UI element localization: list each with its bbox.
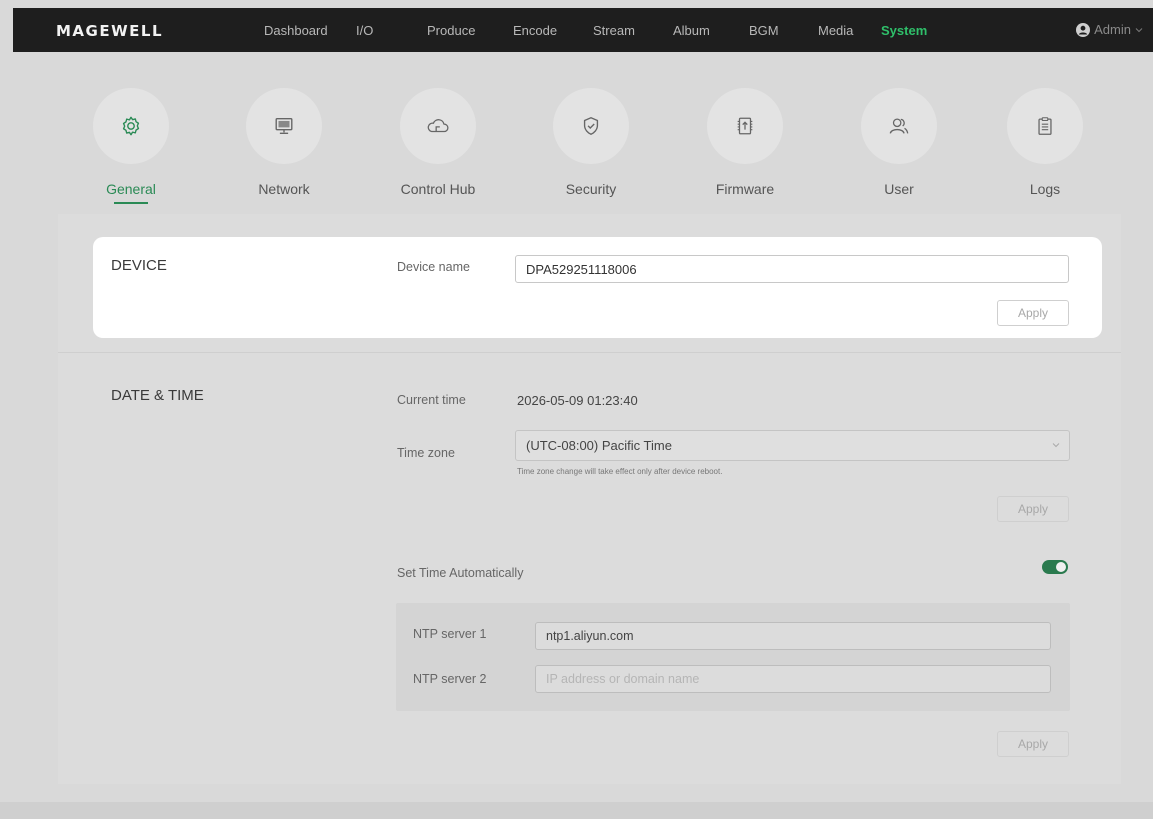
shield-check-icon — [583, 117, 599, 135]
nav-item-bgm[interactable]: BGM — [749, 23, 779, 38]
tab-user[interactable]: User — [844, 88, 954, 197]
tab-firmware[interactable]: Firmware — [690, 88, 800, 197]
timezone-select[interactable]: (UTC-08:00) Pacific Time — [515, 430, 1070, 461]
device-section-card: DEVICE Device name Apply — [93, 237, 1102, 338]
ntp2-label: NTP server 2 — [413, 672, 487, 686]
ntp2-input[interactable] — [535, 665, 1051, 693]
timezone-label: Time zone — [397, 446, 455, 460]
auto-time-toggle[interactable] — [1042, 560, 1068, 574]
brand-logo[interactable]: MAGEWELL — [56, 22, 163, 40]
active-tab-indicator — [114, 202, 148, 204]
device-apply-button[interactable]: Apply — [997, 300, 1069, 326]
current-time-label: Current time — [397, 393, 466, 407]
user-avatar-icon — [1076, 22, 1091, 37]
ntp1-input[interactable] — [535, 622, 1051, 650]
timezone-apply-button[interactable]: Apply — [997, 496, 1069, 522]
tab-user-label: User — [884, 181, 914, 197]
nav-item-system[interactable]: System — [881, 23, 927, 38]
device-name-label: Device name — [397, 260, 470, 274]
nav-item-media[interactable]: Media — [818, 23, 853, 38]
monitor-icon — [275, 117, 293, 135]
users-icon — [889, 118, 909, 134]
device-name-input[interactable] — [515, 255, 1069, 283]
user-menu[interactable]: Admin — [1076, 22, 1143, 37]
tab-general-label: General — [106, 181, 156, 197]
timezone-hint: Time zone change will take effect only a… — [517, 467, 723, 476]
chevron-down-icon — [1135, 27, 1143, 32]
tab-security-circle — [553, 88, 629, 164]
clipboard-icon — [1038, 117, 1052, 135]
cloud-icon — [427, 119, 449, 133]
tab-firmware-label: Firmware — [715, 181, 775, 197]
tab-network[interactable]: Network — [229, 88, 339, 197]
tab-user-circle — [861, 88, 937, 164]
device-section-title: DEVICE — [111, 257, 167, 274]
tab-logs-circle — [1007, 88, 1083, 164]
nav-item-album[interactable]: Album — [673, 23, 710, 38]
tab-general-circle — [93, 88, 169, 164]
toggle-knob — [1056, 562, 1066, 572]
page-footer — [0, 802, 1153, 819]
firmware-upload-icon — [737, 117, 753, 135]
section-divider — [58, 352, 1121, 353]
ntp1-label: NTP server 1 — [413, 627, 487, 641]
tab-control-hub-circle — [400, 88, 476, 164]
ntp-apply-button[interactable]: Apply — [997, 731, 1069, 757]
auto-time-label: Set Time Automatically — [397, 566, 524, 580]
tab-control-hub-label: Control Hub — [400, 181, 476, 197]
nav-item-io[interactable]: I/O — [356, 23, 373, 38]
tab-logs-label: Logs — [1029, 181, 1061, 197]
tab-control-hub[interactable]: Control Hub — [383, 88, 493, 197]
tab-security[interactable]: Security — [536, 88, 646, 197]
tab-network-circle — [246, 88, 322, 164]
user-name: Admin — [1094, 22, 1131, 37]
nav-item-dashboard[interactable]: Dashboard — [264, 23, 328, 38]
nav-item-encode[interactable]: Encode — [513, 23, 557, 38]
top-nav-bar: MAGEWELL Dashboard I/O Produce Encode St… — [13, 8, 1153, 52]
gear-icon — [122, 116, 140, 136]
nav-item-stream[interactable]: Stream — [593, 23, 635, 38]
tab-general[interactable]: General — [76, 88, 186, 197]
tab-firmware-circle — [707, 88, 783, 164]
chevron-down-icon — [1052, 443, 1060, 448]
datetime-section-title: DATE & TIME — [111, 387, 204, 404]
tab-network-label: Network — [258, 181, 310, 197]
tab-security-label: Security — [565, 181, 617, 197]
current-time-value: 2026-05-09 01:23:40 — [517, 393, 638, 408]
ntp-settings-box: NTP server 1 NTP server 2 — [396, 603, 1070, 711]
tab-logs[interactable]: Logs — [990, 88, 1100, 197]
nav-item-produce[interactable]: Produce — [427, 23, 475, 38]
timezone-select-value: (UTC-08:00) Pacific Time — [526, 438, 672, 453]
